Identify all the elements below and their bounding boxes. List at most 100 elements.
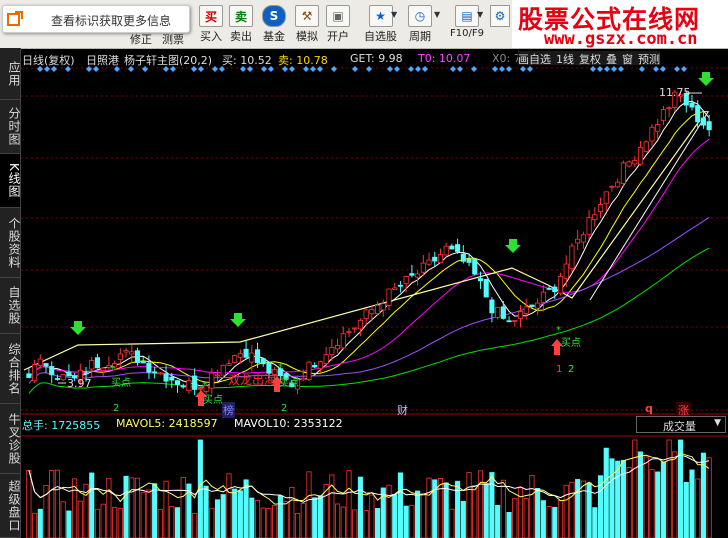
- candle-body: [369, 309, 375, 315]
- volume-bar: [32, 512, 38, 538]
- period-dropdown-icon[interactable]: ▼: [434, 10, 440, 19]
- candle-body: [83, 372, 89, 375]
- event-tick: [247, 66, 253, 72]
- notice-text: 查看标识获取更多信息: [51, 14, 172, 28]
- event-tick: [604, 66, 610, 72]
- event-tick: [422, 66, 428, 72]
- volume-bar: [683, 482, 689, 538]
- kline-chart[interactable]: *买点2*买点*买点2*买点1 2 11.75 3.97 双龙出海: [21, 48, 728, 538]
- candle-body: [375, 304, 381, 314]
- volume-bar: [112, 507, 118, 538]
- volume-bar: [363, 510, 369, 538]
- event-tag-q[interactable]: q: [645, 402, 653, 415]
- notice-popup[interactable]: 查看标识获取更多信息: [2, 5, 190, 33]
- volume-bar: [203, 485, 209, 538]
- volume-bar: [592, 507, 598, 538]
- event-tick: [660, 66, 666, 72]
- sidebar-item-quotes[interactable]: 超级盘口: [0, 474, 21, 538]
- open-account-button[interactable]: ▣ 开户: [326, 3, 350, 45]
- candle-body: [26, 373, 32, 378]
- event-tick: [387, 66, 393, 72]
- candle-body: [100, 367, 106, 371]
- volume-bar: [163, 480, 169, 538]
- candle-body: [129, 351, 135, 355]
- volume-bar: [649, 469, 655, 538]
- candle-body: [432, 256, 438, 262]
- event-tick: [51, 66, 57, 72]
- candle-body: [146, 362, 152, 373]
- volume-bar: [437, 477, 444, 538]
- candle-body: [60, 374, 66, 381]
- sidebar-item-ranking[interactable]: 综合排名: [0, 334, 21, 404]
- candle-body: [460, 253, 466, 262]
- sidebar-item-apps[interactable]: 应用: [0, 48, 21, 100]
- event-tick: [471, 66, 477, 72]
- volume-bar: [214, 499, 221, 538]
- candle-body: [443, 245, 449, 256]
- volume-bar: [552, 506, 558, 538]
- volume-bar: [500, 479, 506, 538]
- volume-bar: [512, 497, 518, 538]
- sidebar-item-watchlist[interactable]: 自选股: [0, 278, 21, 334]
- event-tick: [317, 66, 323, 72]
- buy-point-label: 买点: [279, 377, 299, 389]
- simulate-button[interactable]: ⚒ 模拟: [295, 3, 319, 45]
- event-tick-row: [37, 66, 687, 72]
- event-tag-rank[interactable]: 榜: [222, 402, 235, 418]
- sidebar-item-kline[interactable]: K线图: [0, 154, 21, 208]
- sidebar-item-diagnosis[interactable]: 牛叉诊股: [0, 404, 21, 474]
- volume-bar: [357, 476, 363, 538]
- candle-body: [512, 320, 518, 322]
- volume-bar: [620, 459, 626, 538]
- candle-body: [420, 262, 426, 273]
- candle-body: [363, 309, 369, 319]
- sidebar-item-profile[interactable]: 个股资料: [0, 208, 21, 278]
- candle-body: [174, 380, 181, 385]
- settings-icon[interactable]: ⚙: [490, 5, 510, 27]
- volume-bar: [300, 503, 306, 538]
- candle-body: [186, 380, 192, 392]
- candle-body: [66, 371, 72, 377]
- volume-bar: [449, 508, 455, 538]
- star-icon: ★: [368, 5, 393, 27]
- volume-bar: [695, 478, 701, 538]
- candle-body: [209, 372, 215, 389]
- volume-bar: [575, 479, 581, 538]
- candle-body: [386, 288, 392, 306]
- buy-button[interactable]: 买 买入: [199, 3, 223, 45]
- volume-bar: [346, 470, 352, 538]
- watchlist-dropdown-icon[interactable]: ▼: [391, 10, 397, 19]
- candle-body: [357, 319, 363, 330]
- candle-body: [449, 245, 455, 250]
- volume-bar: [260, 507, 266, 538]
- volume-bar: [655, 471, 661, 538]
- candle-body: [152, 371, 158, 374]
- period-button[interactable]: ◷ 周期: [408, 3, 432, 45]
- hidden-correct-button[interactable]: 修正: [130, 30, 152, 46]
- candle-body: [163, 373, 169, 382]
- candle-body: [94, 357, 101, 369]
- volume-bar: [563, 484, 569, 538]
- volume-bar: [294, 512, 301, 538]
- candle-body: [317, 361, 323, 370]
- candle-body: [117, 353, 123, 361]
- asterisk-mark: *: [202, 380, 207, 391]
- candle-body: [655, 124, 661, 132]
- sidebar-item-timeshare[interactable]: 分时图: [0, 100, 21, 154]
- volume-bar: [249, 497, 255, 538]
- candle-body: [380, 303, 386, 311]
- f10-dropdown-icon[interactable]: ▼: [477, 10, 483, 19]
- event-tick: [303, 66, 309, 72]
- event-tag-finance[interactable]: 财: [397, 402, 408, 418]
- sell-button[interactable]: 卖 卖出: [229, 3, 253, 45]
- volume-bar: [369, 494, 375, 538]
- volume-indicator-select[interactable]: 成交量 ▼: [636, 416, 726, 433]
- volume-bar: [666, 439, 672, 538]
- volume-bar: [426, 477, 432, 538]
- volume-bar: [506, 512, 512, 538]
- fund-button[interactable]: S 基金: [262, 3, 286, 45]
- volume-bar: [672, 451, 678, 538]
- candle-body: [706, 121, 712, 131]
- hidden-measure-button[interactable]: 测票: [162, 30, 184, 46]
- asterisk-mark: *: [556, 325, 561, 336]
